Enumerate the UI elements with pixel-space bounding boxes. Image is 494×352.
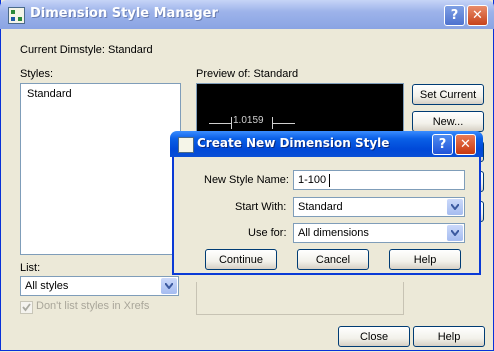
new-style-name-value: 1-100 bbox=[298, 174, 327, 186]
new-style-name-input[interactable]: 1-100 bbox=[293, 170, 465, 190]
dialog-titlebar[interactable]: Create New Dimension Style ? ✕ bbox=[170, 131, 483, 157]
dont-list-xrefs-label: Don't list styles in Xrefs bbox=[36, 300, 150, 312]
cancel-button[interactable]: Cancel bbox=[297, 249, 369, 270]
use-for-label: Use for: bbox=[248, 227, 287, 239]
preview-dimension-text: 1.0159 bbox=[233, 115, 264, 126]
use-for-value: All dimensions bbox=[298, 227, 369, 239]
preview-label: Preview of: Standard bbox=[196, 68, 299, 80]
start-with-select[interactable]: Standard bbox=[293, 197, 465, 217]
close-icon[interactable]: ✕ bbox=[455, 134, 476, 155]
styles-list[interactable]: Standard bbox=[20, 83, 181, 255]
checkmark-icon bbox=[22, 303, 31, 312]
help-icon[interactable]: ? bbox=[444, 5, 465, 26]
list-label: List: bbox=[20, 262, 41, 274]
chevron-down-icon[interactable] bbox=[161, 278, 177, 294]
styles-list-item[interactable]: Standard bbox=[27, 88, 72, 100]
text-caret bbox=[329, 174, 330, 187]
use-for-select[interactable]: All dimensions bbox=[293, 223, 465, 243]
window-title: Dimension Style Manager bbox=[30, 6, 218, 21]
start-with-value: Standard bbox=[298, 201, 343, 213]
start-with-label: Start With: bbox=[235, 201, 287, 213]
app-icon bbox=[178, 137, 194, 153]
new-button[interactable]: New... bbox=[412, 111, 484, 132]
help-button[interactable]: Help bbox=[413, 326, 485, 347]
close-button[interactable]: Close bbox=[338, 326, 410, 347]
dialog-help-button[interactable]: Help bbox=[389, 249, 461, 270]
chevron-down-icon[interactable] bbox=[447, 199, 463, 215]
styles-label: Styles: bbox=[20, 68, 54, 80]
list-filter-select[interactable]: All styles bbox=[20, 276, 179, 296]
help-icon[interactable]: ? bbox=[432, 134, 453, 155]
preview-pane-lower bbox=[196, 282, 404, 315]
new-style-name-label: New Style Name: bbox=[204, 174, 289, 186]
close-icon[interactable]: ✕ bbox=[467, 5, 488, 26]
list-filter-value: All styles bbox=[25, 280, 69, 292]
dont-list-xrefs-checkbox[interactable] bbox=[20, 301, 33, 314]
current-dimstyle-label: Current Dimstyle: Standard bbox=[20, 44, 153, 56]
set-current-button[interactable]: Set Current bbox=[412, 84, 484, 105]
app-icon bbox=[8, 7, 25, 24]
continue-button[interactable]: Continue bbox=[205, 249, 277, 270]
chevron-down-icon[interactable] bbox=[447, 225, 463, 241]
dialog-title: Create New Dimension Style bbox=[197, 136, 390, 150]
window-titlebar[interactable]: Dimension Style Manager ? ✕ bbox=[0, 0, 494, 29]
